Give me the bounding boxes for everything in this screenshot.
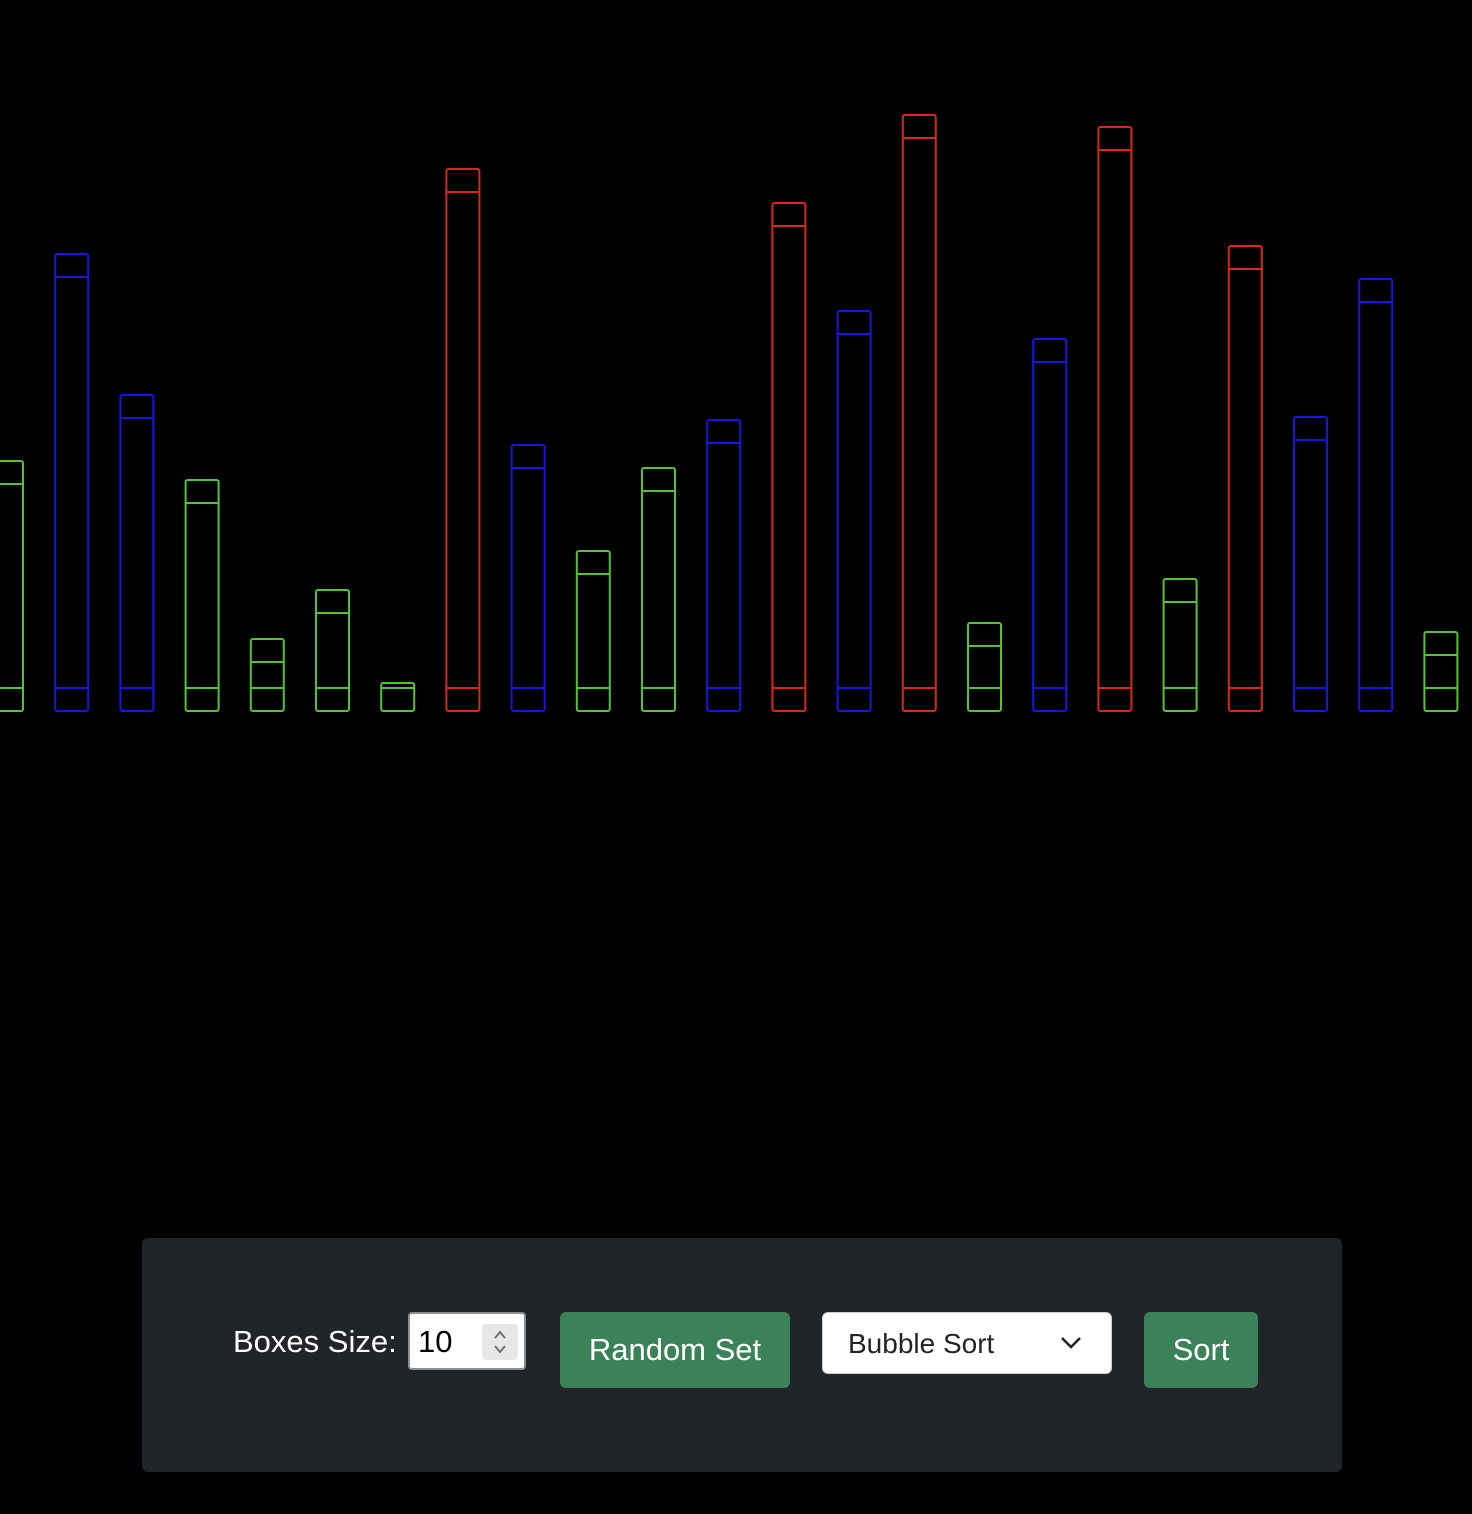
- sort-button[interactable]: Sort: [1144, 1312, 1258, 1388]
- bars-canvas: [0, 114, 1459, 712]
- number-spinner[interactable]: [482, 1324, 518, 1360]
- bar-box: [445, 168, 481, 712]
- bar-box: [1227, 245, 1263, 712]
- bar-box: [1423, 631, 1459, 712]
- bar-box: [901, 114, 937, 712]
- bar-box: [771, 202, 807, 712]
- control-panel: Boxes Size: 10 Random Set Bubble Sort So…: [142, 1238, 1342, 1472]
- bar-box: [575, 550, 611, 712]
- algorithm-select[interactable]: Bubble Sort: [822, 1312, 1112, 1374]
- bar-box: [249, 638, 285, 712]
- bar-box: [836, 310, 872, 712]
- bar-box: [54, 253, 90, 712]
- bar-box: [1162, 578, 1198, 712]
- spinner-down-icon[interactable]: [493, 1344, 507, 1356]
- bar-box: [510, 444, 546, 712]
- chevron-down-icon: [1061, 1337, 1081, 1349]
- bar-box: [119, 394, 155, 712]
- bar-box: [0, 460, 24, 712]
- boxes-size-value: 10: [418, 1324, 453, 1359]
- boxes-size-label: Boxes Size:: [233, 1324, 397, 1359]
- bar-box: [315, 589, 350, 712]
- bar-box: [1358, 278, 1394, 712]
- bar-box: [1097, 126, 1133, 712]
- bar-box: [184, 479, 220, 712]
- random-set-button[interactable]: Random Set: [560, 1312, 790, 1388]
- bar-box: [1293, 416, 1328, 712]
- bar-box: [641, 467, 676, 712]
- spinner-up-icon[interactable]: [493, 1328, 507, 1340]
- bar-box: [706, 419, 742, 712]
- algorithm-selected-value: Bubble Sort: [848, 1328, 995, 1359]
- bar-box: [380, 682, 416, 712]
- boxes-size-input[interactable]: 10: [408, 1312, 526, 1370]
- bar-box: [1032, 338, 1068, 712]
- bar-box: [967, 622, 1002, 712]
